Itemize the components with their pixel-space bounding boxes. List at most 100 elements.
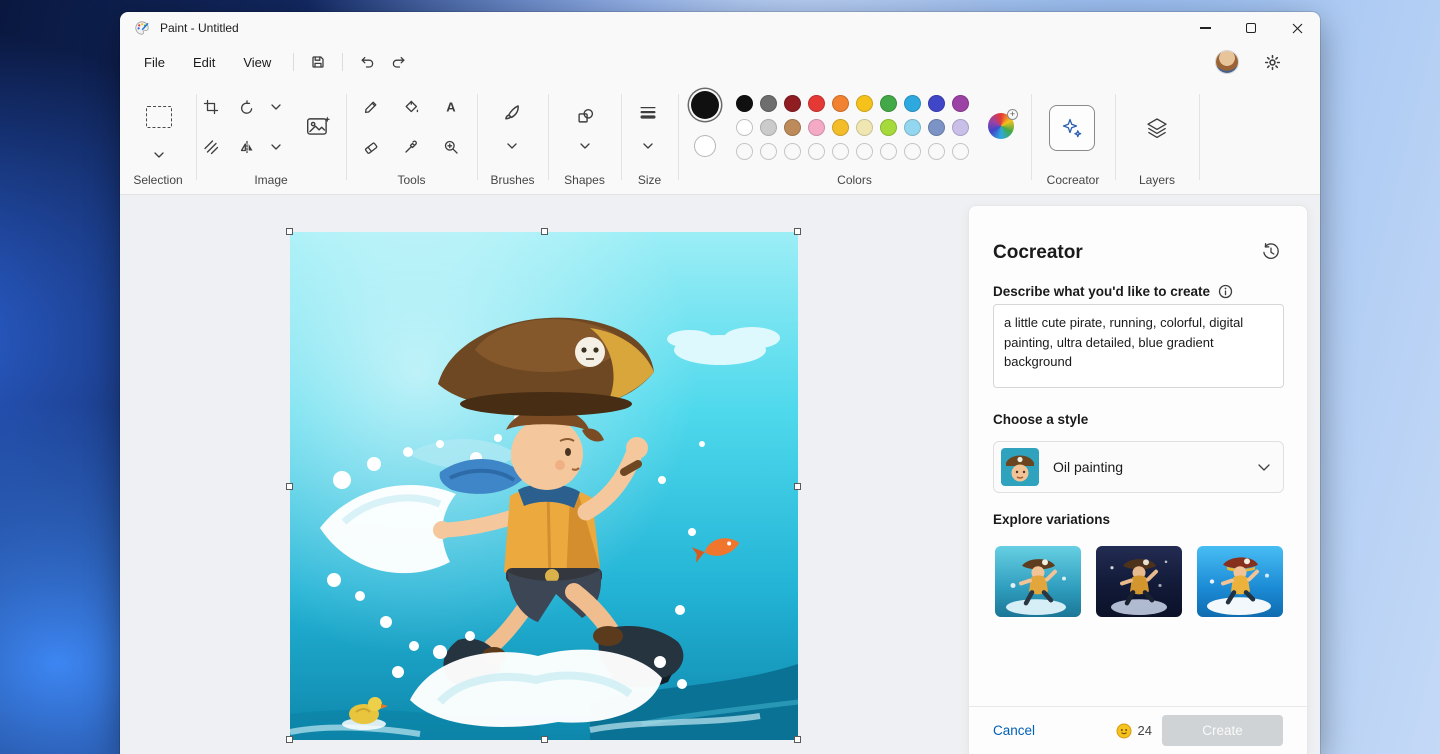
color-swatch[interactable]	[856, 95, 873, 112]
empty-color-swatch[interactable]	[880, 143, 897, 160]
color-swatch[interactable]	[928, 119, 945, 136]
selection-handle-top-middle[interactable]	[541, 228, 548, 235]
cocreator-panel-title: Cocreator	[993, 242, 1083, 264]
empty-color-swatch[interactable]	[736, 143, 753, 160]
color-swatch[interactable]	[784, 119, 801, 136]
selection-handle-bottom-right[interactable]	[794, 736, 801, 743]
color-swatch[interactable]	[760, 95, 777, 112]
style-value: Oil painting	[1053, 459, 1123, 475]
rotate-button[interactable]	[233, 93, 261, 121]
prompt-input[interactable]: a little cute pirate, running, colorful,…	[993, 304, 1284, 388]
selection-handle-top-left[interactable]	[286, 228, 293, 235]
empty-color-swatch[interactable]	[904, 143, 921, 160]
palette-row-1	[736, 95, 969, 112]
empty-color-swatch[interactable]	[760, 143, 777, 160]
color-swatch[interactable]	[880, 95, 897, 112]
selection-chevron-down-icon[interactable]	[153, 151, 165, 159]
image-options-button[interactable]	[300, 109, 336, 145]
redo-button[interactable]	[383, 48, 415, 76]
variation-thumbnail-1[interactable]	[995, 546, 1081, 617]
fill-button[interactable]	[397, 93, 425, 121]
cocreator-button[interactable]	[1049, 105, 1095, 151]
cancel-button[interactable]: Cancel	[993, 723, 1035, 738]
palette-row-2	[736, 119, 969, 136]
menu-edit[interactable]: Edit	[179, 51, 229, 74]
close-button[interactable]	[1274, 12, 1320, 44]
size-button[interactable]	[634, 98, 662, 126]
variation-thumbnail-2[interactable]	[1096, 546, 1182, 617]
empty-color-swatch[interactable]	[784, 143, 801, 160]
size-chevron-down-icon[interactable]	[642, 142, 654, 150]
selection-tool-icon[interactable]	[146, 106, 172, 128]
sparkle-icon	[1060, 116, 1084, 140]
brushes-group: Brushes	[477, 80, 548, 194]
selection-handle-bottom-left[interactable]	[286, 736, 293, 743]
color-swatch[interactable]	[880, 119, 897, 136]
layers-group-label: Layers	[1115, 173, 1199, 187]
save-button[interactable]	[302, 48, 334, 76]
variation-thumbnail-3[interactable]	[1197, 546, 1283, 617]
flip-chevron-down-icon[interactable]	[270, 143, 282, 151]
empty-color-swatch[interactable]	[808, 143, 825, 160]
empty-color-swatch[interactable]	[856, 143, 873, 160]
selection-handle-top-right[interactable]	[794, 228, 801, 235]
titlebar[interactable]: Paint - Untitled	[120, 12, 1320, 44]
maximize-icon	[1246, 23, 1256, 33]
account-avatar[interactable]	[1216, 51, 1238, 73]
selection-handle-middle-left[interactable]	[286, 483, 293, 490]
undo-icon	[359, 54, 375, 70]
color-swatch[interactable]	[736, 95, 753, 112]
color-swatch[interactable]	[904, 119, 921, 136]
settings-button[interactable]	[1256, 48, 1288, 76]
brushes-button[interactable]	[498, 98, 526, 126]
foreground-color-swatch[interactable]	[691, 91, 719, 119]
selection-group: Selection	[120, 80, 196, 194]
background-color-swatch[interactable]	[694, 135, 716, 157]
history-button[interactable]	[1259, 240, 1283, 264]
minimize-button[interactable]	[1182, 12, 1228, 44]
color-swatch[interactable]	[952, 119, 969, 136]
empty-color-swatch[interactable]	[928, 143, 945, 160]
edit-colors-button[interactable]: +	[988, 113, 1014, 139]
eyedropper-button[interactable]	[397, 133, 425, 161]
magnifier-button[interactable]	[437, 133, 465, 161]
selection-handle-middle-right[interactable]	[794, 483, 801, 490]
create-button[interactable]: Create	[1162, 715, 1283, 746]
maximize-button[interactable]	[1228, 12, 1274, 44]
ribbon: Selection	[120, 80, 1320, 195]
shapes-chevron-down-icon[interactable]	[579, 142, 591, 150]
eraser-button[interactable]	[357, 133, 385, 161]
color-swatch[interactable]	[784, 95, 801, 112]
selection-handle-bottom-middle[interactable]	[541, 736, 548, 743]
colors-group: + Colors	[678, 80, 1031, 194]
color-swatch[interactable]	[856, 119, 873, 136]
empty-color-swatch[interactable]	[832, 143, 849, 160]
empty-color-swatch[interactable]	[952, 143, 969, 160]
color-swatch[interactable]	[832, 95, 849, 112]
color-swatch[interactable]	[928, 95, 945, 112]
resize-button[interactable]	[197, 133, 225, 161]
text-tool-button[interactable]: A	[437, 93, 465, 121]
color-swatch[interactable]	[808, 95, 825, 112]
shapes-button[interactable]	[571, 101, 599, 129]
flip-button[interactable]	[233, 133, 261, 161]
describe-label-row: Describe what you'd like to create	[993, 284, 1233, 299]
style-dropdown[interactable]: Oil painting	[993, 441, 1284, 493]
color-swatch[interactable]	[760, 119, 777, 136]
paint-canvas[interactable]	[290, 232, 798, 740]
color-swatch[interactable]	[736, 119, 753, 136]
crop-button[interactable]	[197, 93, 225, 121]
info-icon[interactable]	[1218, 284, 1233, 299]
pencil-button[interactable]	[357, 93, 385, 121]
menu-file[interactable]: File	[130, 51, 179, 74]
undo-button[interactable]	[351, 48, 383, 76]
color-swatch[interactable]	[808, 119, 825, 136]
credit-group: 24	[1116, 723, 1152, 739]
menu-view[interactable]: View	[229, 51, 285, 74]
rotate-chevron-down-icon[interactable]	[270, 103, 282, 111]
brushes-chevron-down-icon[interactable]	[506, 142, 518, 150]
layers-button[interactable]	[1142, 113, 1172, 143]
color-swatch[interactable]	[904, 95, 921, 112]
color-swatch[interactable]	[832, 119, 849, 136]
color-swatch[interactable]	[952, 95, 969, 112]
